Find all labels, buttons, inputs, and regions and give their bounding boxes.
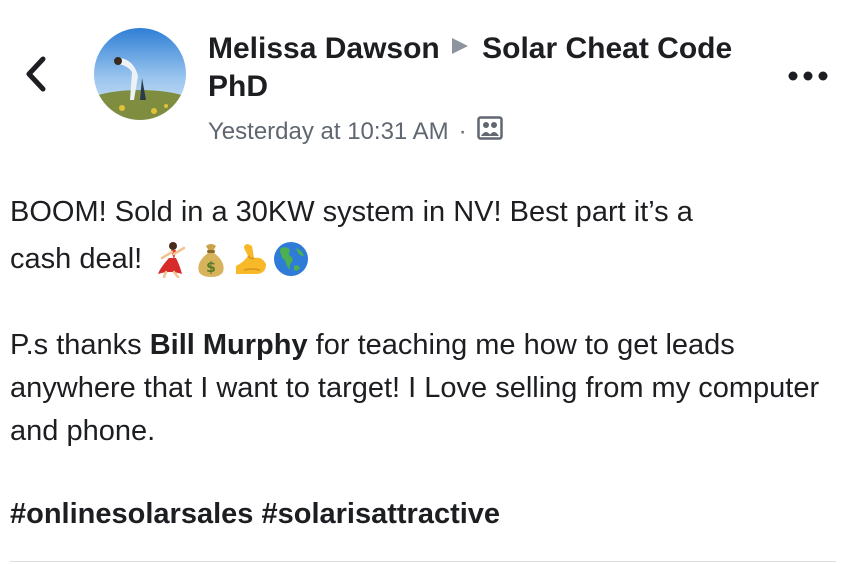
- flexed-biceps-emoji-icon: [236, 244, 267, 274]
- svg-text:$: $: [206, 260, 216, 276]
- meta-separator: ·: [458, 118, 467, 145]
- globe-americas-emoji-icon: [274, 242, 309, 276]
- author-name[interactable]: Melissa Dawson: [208, 32, 440, 65]
- hashtag-link[interactable]: #solarisattractive: [261, 498, 500, 530]
- post-body: BOOM! Sold in a 30KW system in NV! Best …: [10, 190, 830, 536]
- post-paragraph-2: P.s thanks Bill Murphy for teaching me h…: [10, 324, 830, 453]
- avatar[interactable]: [94, 28, 186, 120]
- hashtag-link[interactable]: #onlinesolarsales: [10, 498, 253, 530]
- chevron-left-icon: [26, 56, 46, 92]
- post-text-line2: cash deal! $: [10, 234, 830, 284]
- money-bag-emoji-icon: $: [198, 244, 224, 277]
- para2-before-text: P.s thanks: [10, 329, 150, 361]
- dancer-emoji-icon: [158, 242, 186, 278]
- divider: [10, 561, 836, 562]
- post-header: Melissa Dawson Solar Cheat Code PhD Yest…: [208, 28, 748, 148]
- post-text-cash-deal: cash deal!: [10, 243, 143, 275]
- post-meta: Yesterday at 10:31 AM ·: [208, 116, 748, 148]
- post-text-line1: BOOM! Sold in a 30KW system in NV! Best …: [10, 196, 693, 228]
- more-dots-icon: [788, 71, 828, 81]
- more-options-button[interactable]: [784, 58, 832, 94]
- emoji-row: $: [152, 240, 310, 278]
- timestamp[interactable]: Yesterday at 10:31 AM: [208, 117, 449, 147]
- mention-link[interactable]: Bill Murphy: [150, 329, 308, 361]
- triangle-right-icon: [450, 28, 470, 66]
- back-button[interactable]: [14, 52, 58, 96]
- hashtag-line: #onlinesolarsales #solarisattractive: [10, 493, 830, 536]
- group-audience-icon: [476, 116, 503, 148]
- post-title: Melissa Dawson Solar Cheat Code PhD: [208, 28, 748, 106]
